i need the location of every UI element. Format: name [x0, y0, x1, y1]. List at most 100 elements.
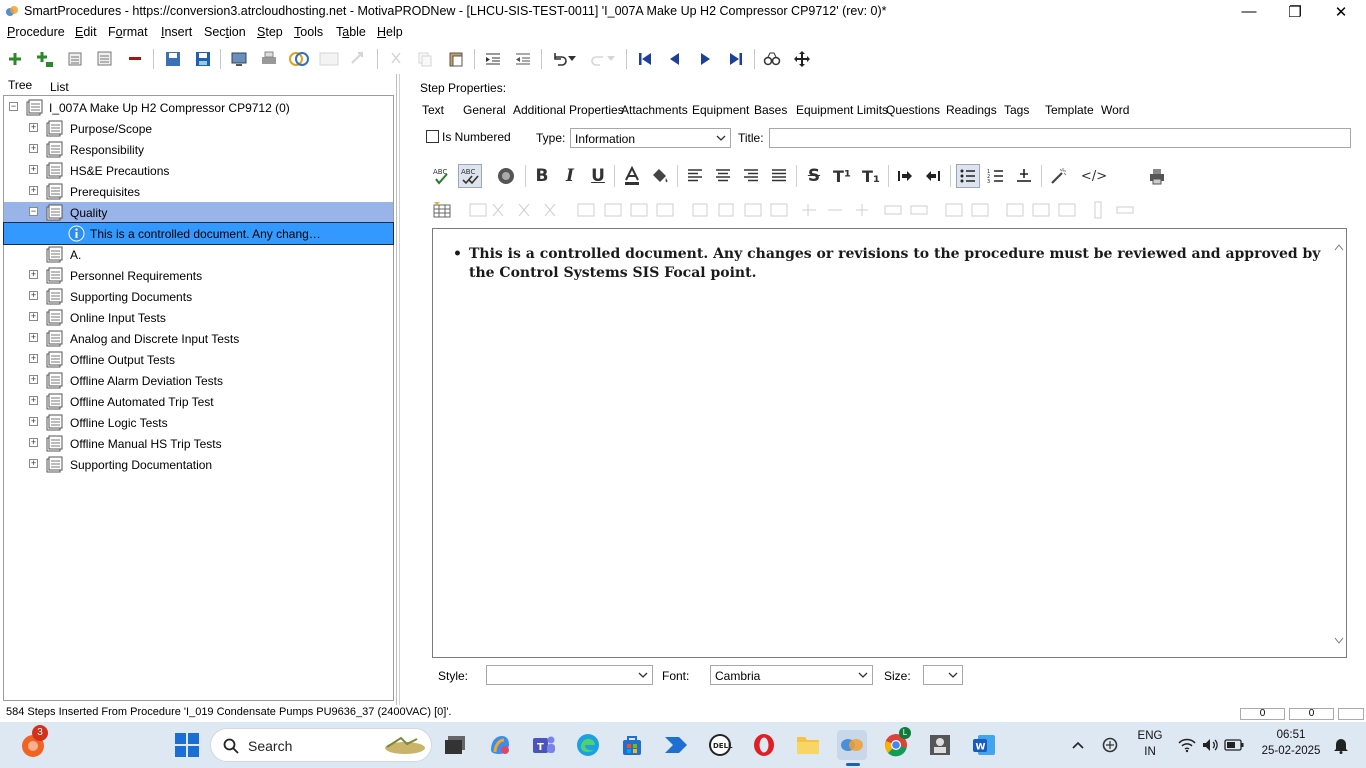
remote-desktop-button[interactable] [925, 730, 955, 760]
cloud-sync-button[interactable] [1097, 730, 1123, 760]
tree-node[interactable]: + Supporting Documents [4, 286, 393, 307]
menu-procedure[interactable]: Procedure [7, 25, 65, 39]
expand-toggle[interactable]: + [29, 438, 38, 447]
task-view-button[interactable] [440, 730, 470, 760]
form-button[interactable] [318, 48, 340, 70]
subscript-button[interactable]: T₁ [859, 164, 883, 188]
minimize-button[interactable]: — [1226, 0, 1272, 23]
align-right-button[interactable] [739, 164, 763, 188]
copilot-button[interactable] [485, 730, 515, 760]
print-button[interactable] [258, 48, 280, 70]
collapse-toggle[interactable]: − [9, 102, 18, 111]
bold-button[interactable]: B [530, 164, 554, 188]
next-step-button[interactable] [694, 48, 716, 70]
expand-toggle[interactable]: + [29, 291, 38, 300]
copy-button[interactable] [414, 48, 436, 70]
tab-tags[interactable]: Tags [1004, 103, 1029, 117]
store-button[interactable] [617, 730, 647, 760]
open-button[interactable] [162, 48, 184, 70]
smartprocedures-taskbar-button[interactable] [837, 730, 867, 766]
move-button[interactable] [791, 48, 813, 70]
tree-node[interactable]: + Prerequisites [4, 181, 393, 202]
tab-word[interactable]: Word [1101, 103, 1129, 117]
opera-button[interactable] [749, 730, 779, 760]
scroll-up-icon[interactable] [1334, 243, 1344, 251]
justify-button[interactable] [767, 164, 791, 188]
tree-node[interactable]: + Online Input Tests [4, 307, 393, 328]
tab-bases[interactable]: Bases [754, 103, 787, 117]
tree-node[interactable]: + Offline Logic Tests [4, 412, 393, 433]
pane-splitter[interactable] [399, 74, 408, 706]
insert-table-button[interactable] [430, 198, 454, 222]
menu-edit[interactable]: Edit [75, 25, 97, 39]
strikethrough-button[interactable]: S [802, 164, 826, 188]
expand-toggle[interactable]: + [29, 144, 38, 153]
edge-button[interactable] [573, 730, 603, 760]
tree-node[interactable]: + Purpose/Scope [4, 118, 393, 139]
outline-button[interactable] [64, 48, 86, 70]
align-center-button[interactable] [711, 164, 735, 188]
previous-step-button[interactable] [664, 48, 686, 70]
publish-button[interactable] [228, 48, 250, 70]
font-select[interactable]: Cambria [710, 665, 873, 685]
tree-node[interactable]: + Offline Manual HS Trip Tests [4, 433, 393, 454]
type-select[interactable]: Information [570, 128, 731, 148]
link-button[interactable] [347, 48, 369, 70]
show-hidden-icons-button[interactable] [1066, 730, 1090, 760]
expand-toggle[interactable]: + [29, 333, 38, 342]
tab-list[interactable]: List [50, 80, 69, 94]
tab-general[interactable]: General [463, 103, 506, 117]
print-preview-button[interactable] [1145, 164, 1169, 188]
save-button[interactable] [192, 48, 214, 70]
find-button[interactable] [761, 48, 783, 70]
tree-node[interactable]: + Responsibility [4, 139, 393, 160]
dell-button[interactable]: DELL [705, 730, 735, 760]
tree-node[interactable]: + HS&E Precautions [4, 160, 393, 181]
wifi-button[interactable] [1176, 730, 1198, 760]
font-color-button[interactable] [620, 164, 644, 188]
cut-button[interactable] [385, 48, 407, 70]
html-source-button[interactable]: </> [1081, 164, 1107, 188]
menu-step[interactable]: Step [257, 25, 283, 39]
file-explorer-button[interactable] [793, 730, 823, 760]
magic-wand-button[interactable] [1047, 164, 1071, 188]
add-step-button[interactable] [4, 48, 26, 70]
outdent-button[interactable] [512, 48, 534, 70]
expand-toggle[interactable]: + [29, 165, 38, 174]
tab-equipment[interactable]: Equipment [692, 103, 749, 117]
pinned-app-button[interactable] [661, 730, 691, 760]
expand-toggle[interactable]: + [29, 417, 38, 426]
align-left-button[interactable] [683, 164, 707, 188]
fill-color-button[interactable] [648, 164, 672, 188]
copy-structure-button[interactable] [94, 48, 116, 70]
start-button[interactable] [172, 730, 202, 760]
tab-equipment-limits[interactable]: Equipment Limits [796, 103, 888, 117]
undo-dropdown[interactable] [566, 48, 578, 70]
word-button[interactable]: W [969, 730, 999, 760]
tab-additional-properties[interactable]: Additional Properties [513, 103, 624, 117]
notifications-button[interactable] [1330, 730, 1352, 760]
expand-toggle[interactable]: + [29, 270, 38, 279]
tree-node[interactable]: + Personnel Requirements [4, 265, 393, 286]
close-button[interactable]: ✕ [1318, 0, 1364, 23]
menu-section[interactable]: Section [204, 25, 246, 39]
tree-node[interactable]: A. [4, 244, 393, 265]
expand-toggle[interactable]: + [29, 186, 38, 195]
style-select[interactable] [486, 665, 653, 685]
menu-tools[interactable]: Tools [294, 25, 323, 39]
superscript-button[interactable]: T¹ [830, 164, 854, 188]
title-input[interactable] [769, 128, 1351, 148]
teams-button[interactable]: T [529, 730, 559, 760]
is-numbered-checkbox[interactable] [426, 130, 439, 143]
remove-step-button[interactable] [124, 48, 146, 70]
add-substep-button[interactable] [34, 48, 56, 70]
taskbar-search[interactable]: Search [210, 728, 432, 762]
bullet-list-button[interactable] [956, 164, 980, 188]
battery-button[interactable] [1222, 730, 1246, 760]
tree-node[interactable]: + Analog and Discrete Input Tests [4, 328, 393, 349]
tree-node[interactable]: + Supporting Documentation [4, 454, 393, 475]
menu-table[interactable]: Table [336, 25, 366, 39]
expand-toggle[interactable]: + [29, 459, 38, 468]
menu-help[interactable]: Help [377, 25, 403, 39]
volume-button[interactable] [1199, 730, 1221, 760]
